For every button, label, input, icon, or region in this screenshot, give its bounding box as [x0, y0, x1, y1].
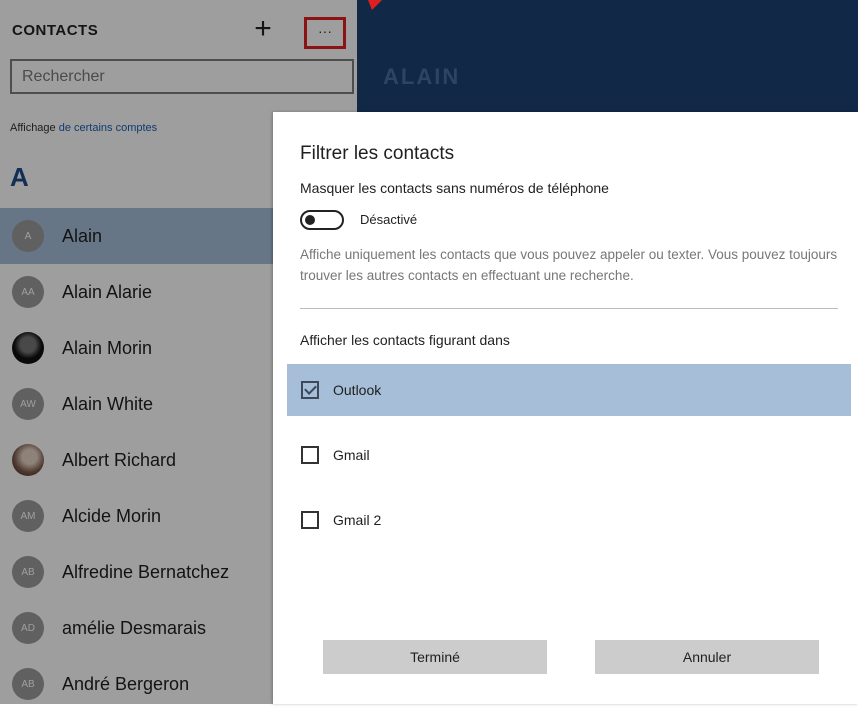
- checkbox-icon[interactable]: [301, 511, 319, 529]
- account-option-label: Gmail: [333, 447, 370, 463]
- done-button[interactable]: Terminé: [323, 640, 547, 674]
- account-option-gmail-2[interactable]: Gmail 2: [287, 494, 851, 546]
- dialog-title: Filtrer les contacts: [300, 143, 455, 164]
- account-option-label: Gmail 2: [333, 512, 382, 528]
- account-option-gmail[interactable]: Gmail: [287, 429, 851, 481]
- checkbox-checked-icon[interactable]: [301, 381, 319, 399]
- account-option-outlook[interactable]: Outlook: [287, 364, 851, 416]
- hide-no-phone-label: Masquer les contacts sans numéros de tél…: [300, 180, 609, 196]
- toggle-state-label: Désactivé: [360, 212, 418, 227]
- hide-no-phone-toggle[interactable]: [300, 210, 344, 230]
- account-option-label: Outlook: [333, 382, 382, 398]
- show-contacts-in-label: Afficher les contacts figurant dans: [300, 332, 510, 348]
- help-text: Affiche uniquement les contacts que vous…: [300, 247, 838, 283]
- toggle-knob: [305, 215, 315, 225]
- filter-contacts-dialog: Filtrer les contacts Masquer les contact…: [273, 112, 858, 704]
- checkbox-icon[interactable]: [301, 446, 319, 464]
- cancel-button[interactable]: Annuler: [595, 640, 819, 674]
- divider: [300, 308, 838, 309]
